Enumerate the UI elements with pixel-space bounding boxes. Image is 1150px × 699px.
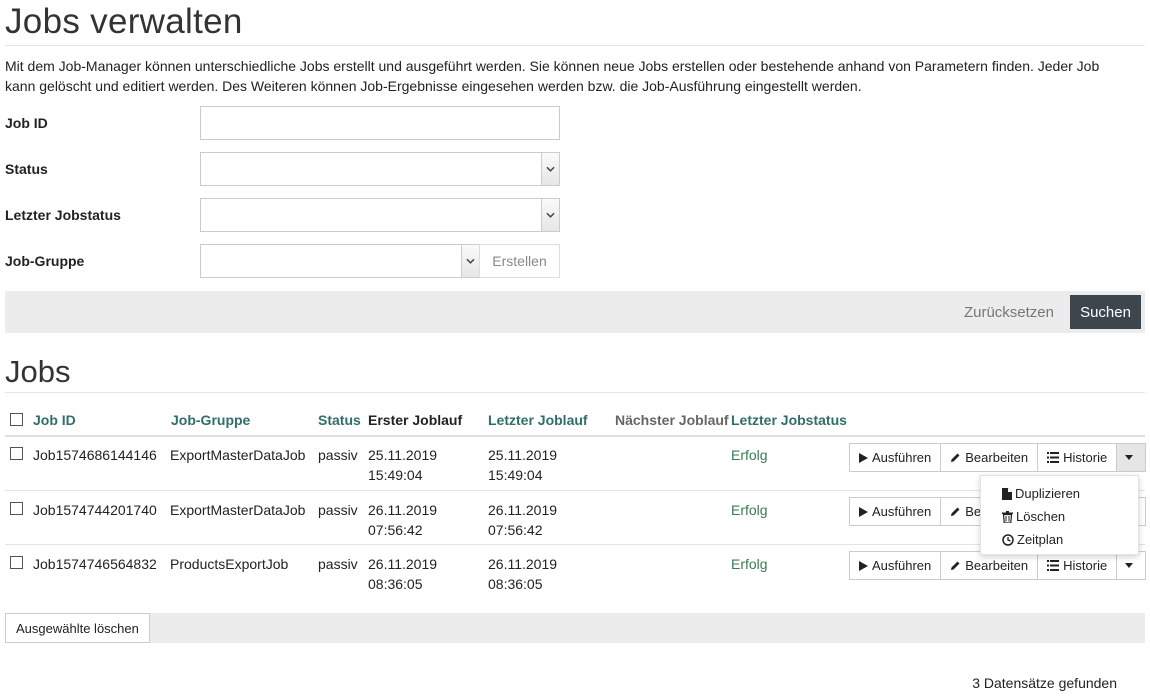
last-status-select[interactable] [200,198,560,232]
select-all-checkbox[interactable] [10,413,23,426]
list-icon [1047,452,1060,463]
column-header-last-status[interactable]: Letzter Jobstatus [731,412,847,428]
run-button-label: Ausführen [872,450,932,465]
column-header-status[interactable]: Status [318,412,361,428]
run-button-label: Ausführen [872,504,932,519]
play-icon [859,506,868,517]
job-id-cell[interactable]: Job1574686144146 [33,445,157,465]
last-run-date: 26.11.2019 [488,556,558,572]
clock-icon [1002,533,1014,546]
chevron-down-icon[interactable] [541,199,559,231]
first-run-date: 26.11.2019 [368,502,438,518]
job-status-cell: passiv [318,447,358,463]
history-button-label: Historie [1063,558,1108,573]
run-button[interactable]: Ausführen [849,443,942,472]
job-group-cell: ProductsExportJob [170,556,289,572]
delete-label: Löschen [1016,509,1066,524]
edit-button-label: Bearbeiten [965,558,1029,573]
caret-down-icon [1125,563,1134,568]
duplicate-label: Duplizieren [1015,486,1081,501]
record-count: 3 Datensätze gefunden [972,675,1117,691]
more-actions-toggle[interactable] [1116,551,1147,580]
schedule-menu-item[interactable]: Zeitplan [981,528,1138,551]
last-status-cell: Erfolg [731,502,768,518]
job-id-cell[interactable]: Job1574746564832 [33,554,157,574]
first-run-date: 25.11.2019 [368,447,438,463]
filter-actions-bar: Zurücksetzen Suchen [5,291,1145,333]
page-intro: Mit dem Job-Manager können unterschiedli… [5,58,1100,94]
job-group-label: Job-Gruppe [5,253,85,269]
row-divider [5,490,1145,491]
last-run-time: 08:36:05 [488,576,543,592]
job-group-cell: ExportMasterDataJob [170,502,306,518]
run-button-label: Ausführen [872,558,932,573]
row-action-group: Ausführen Bearbeiten Historie [849,551,1147,580]
first-run-time: 07:56:42 [368,522,423,538]
row-divider [5,544,1145,545]
column-header-job-group[interactable]: Job-Gruppe [171,412,250,428]
row-checkbox[interactable] [10,447,23,460]
edit-button[interactable]: Bearbeiten [940,551,1039,580]
trash-icon [1002,510,1013,523]
status-label: Status [5,161,48,177]
last-status-cell: Erfolg [731,447,768,463]
play-icon [859,452,868,463]
first-run-date: 26.11.2019 [368,556,438,572]
pencil-icon [951,507,960,516]
title-divider [5,45,1145,46]
column-header-first-run[interactable]: Erster Joblauf [368,412,462,428]
file-icon [1002,487,1012,500]
first-run-time: 08:36:05 [368,576,423,592]
last-run-time: 07:56:42 [488,522,543,538]
row-checkbox[interactable] [10,556,23,569]
status-select[interactable] [200,152,560,186]
column-header-last-run[interactable]: Letzter Joblauf [488,412,588,428]
job-id-cell[interactable]: Job1574744201740 [33,500,157,520]
edit-button[interactable]: Bearbeiten [940,443,1039,472]
search-button[interactable]: Suchen [1070,295,1141,329]
chevron-down-icon[interactable] [541,153,559,185]
edit-button-label: Bearbeiten [965,450,1029,465]
last-run-time: 15:49:04 [488,467,543,483]
run-button[interactable]: Ausführen [849,497,942,526]
first-run-time: 15:49:04 [368,467,423,483]
job-status-cell: passiv [318,556,358,572]
pencil-icon [951,561,960,570]
last-status-label: Letzter Jobstatus [5,207,121,223]
list-icon [1047,560,1060,571]
page-title: Jobs verwalten [5,2,243,41]
run-button[interactable]: Ausführen [849,551,942,580]
last-run-date: 26.11.2019 [488,502,558,518]
row-checkbox[interactable] [10,502,23,515]
job-group-cell: ExportMasterDataJob [170,447,306,463]
row-action-group: Ausführen Bearbeiten Historie [849,443,1147,472]
history-button-label: Historie [1063,450,1108,465]
history-button[interactable]: Historie [1037,443,1118,472]
play-icon [859,560,868,571]
schedule-label: Zeitplan [1017,532,1064,547]
job-status-cell: passiv [318,502,358,518]
last-status-cell: Erfolg [731,556,768,572]
chevron-down-icon[interactable] [461,245,479,277]
more-actions-toggle[interactable] [1116,443,1147,472]
delete-menu-item[interactable]: Löschen [981,505,1138,528]
duplicate-menu-item[interactable]: Duplizieren [981,482,1138,505]
jobs-section-title: Jobs [5,354,71,389]
column-header-job-id[interactable]: Job ID [33,412,76,428]
table-footer-bar: Ausgewählte löschen [5,613,1145,643]
column-header-next-run[interactable]: Nächster Joblauf [615,412,729,428]
last-run-date: 25.11.2019 [488,447,558,463]
reset-button[interactable]: Zurücksetzen [958,299,1060,325]
jobs-title-divider [5,392,1145,393]
table-header-divider [5,435,1145,437]
more-actions-dropdown: Duplizieren Löschen Zeitplan [980,475,1139,555]
caret-down-icon [1125,455,1134,460]
pencil-icon [951,453,960,462]
history-button[interactable]: Historie [1037,551,1118,580]
job-group-select[interactable] [200,244,480,278]
create-group-button[interactable]: Erstellen [479,244,560,278]
job-id-label: Job ID [5,115,48,131]
job-id-input[interactable] [200,106,560,140]
delete-selected-button[interactable]: Ausgewählte löschen [5,613,150,643]
